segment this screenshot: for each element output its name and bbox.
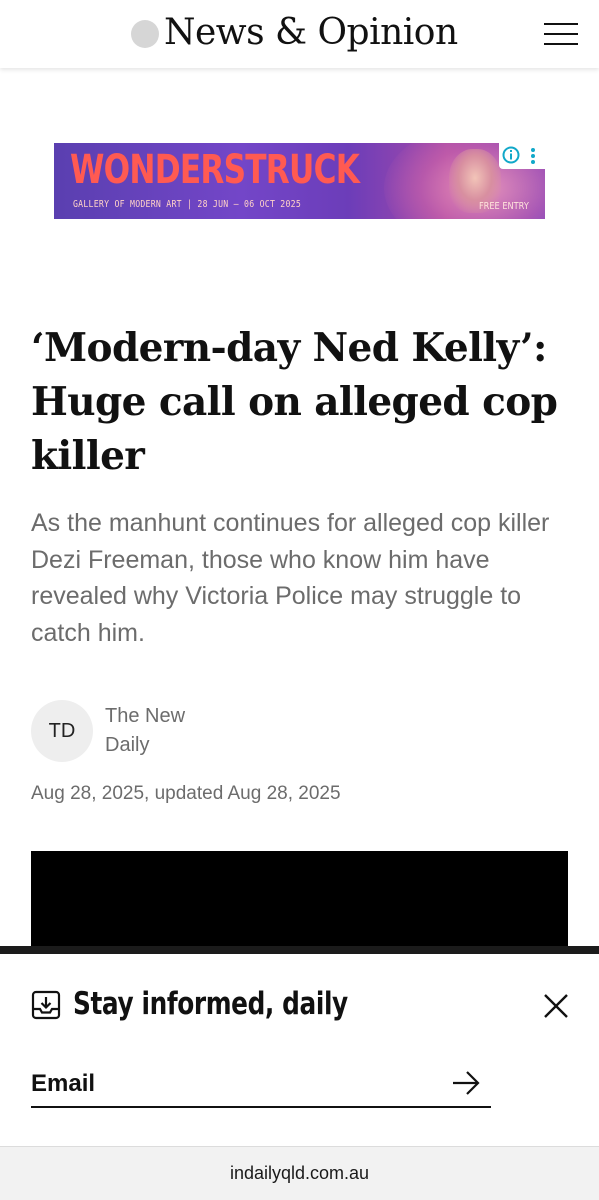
- article-media[interactable]: [31, 851, 568, 961]
- ad-info-icon[interactable]: [502, 146, 520, 164]
- arrow-right-icon[interactable]: [451, 1070, 481, 1096]
- article-date: Aug 28, 2025, updated Aug 28, 2025: [31, 783, 341, 804]
- newsletter-title: Stay informed, daily: [73, 986, 348, 1022]
- author-name[interactable]: The New Daily: [105, 702, 225, 760]
- site-header: News & Opinion: [0, 0, 599, 68]
- url-text[interactable]: indailyqld.com.au: [0, 1161, 599, 1185]
- hamburger-menu-icon[interactable]: [542, 20, 580, 48]
- browser-address-bar: indailyqld.com.au: [0, 1146, 599, 1200]
- ad-title: WONDERSTRUCK: [70, 147, 360, 193]
- site-logo[interactable]: [131, 20, 159, 48]
- byline: TD The New Daily: [31, 700, 431, 764]
- email-input[interactable]: [31, 1064, 431, 1104]
- ad-badge: FREE ENTRY: [479, 201, 529, 212]
- site-title[interactable]: News & Opinion: [164, 10, 458, 56]
- ad-choices: [499, 143, 545, 169]
- email-field: [31, 1064, 491, 1108]
- ad-more-options-icon[interactable]: [529, 147, 537, 165]
- newsletter-signup: Stay informed, daily: [0, 946, 599, 1146]
- close-icon[interactable]: [540, 990, 572, 1022]
- ad-subtitle: GALLERY OF MODERN ART | 28 JUN — 06 OCT …: [73, 199, 302, 210]
- author-avatar[interactable]: TD: [31, 700, 93, 762]
- inbox-download-icon: [31, 990, 61, 1020]
- article-headline: ‘Modern-day Ned Kelly’: Huge call on all…: [31, 325, 558, 479]
- article-standfirst: As the manhunt continues for alleged cop…: [31, 509, 550, 647]
- advertisement-banner[interactable]: WONDERSTRUCK GALLERY OF MODERN ART | 28 …: [54, 143, 545, 219]
